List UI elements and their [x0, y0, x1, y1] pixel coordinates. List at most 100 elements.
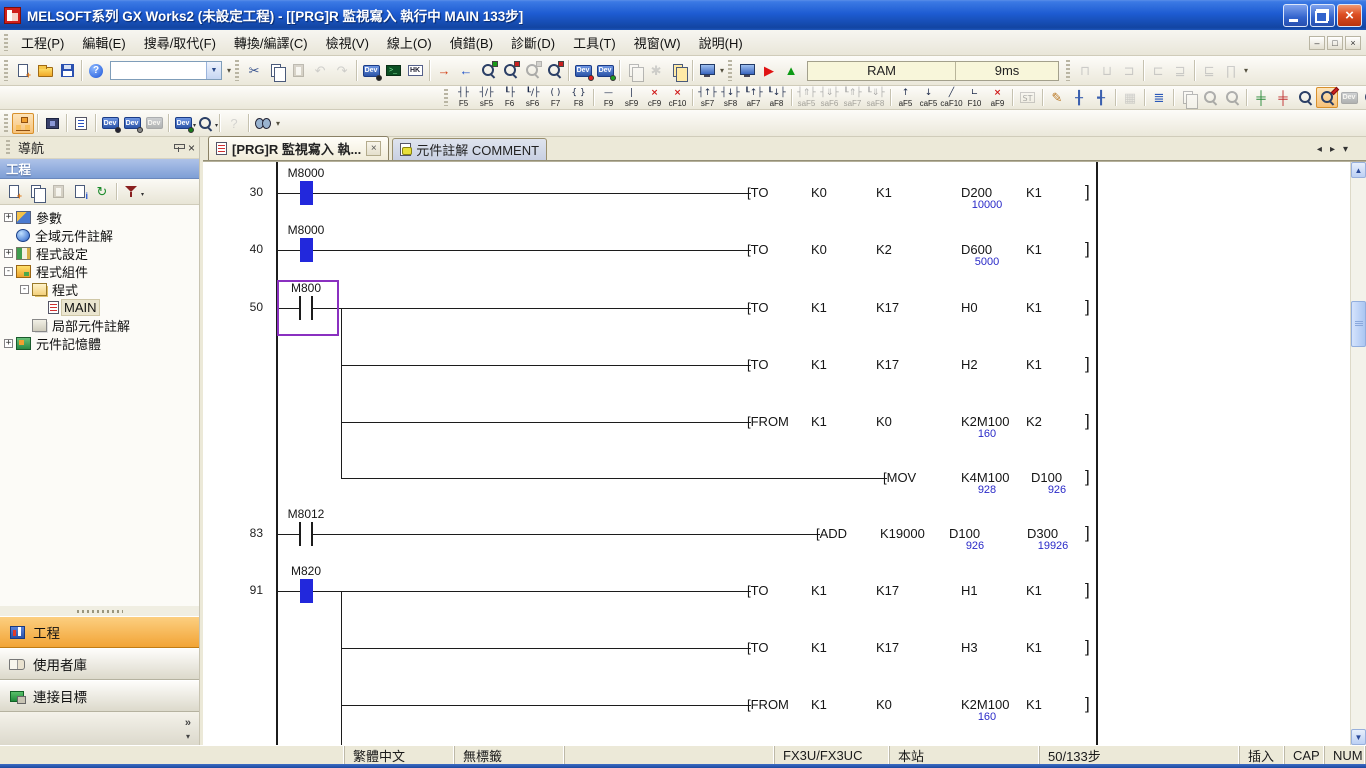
tree-item-program[interactable]: -程式: [0, 280, 199, 298]
remote-operation-icon[interactable]: [736, 60, 758, 81]
delete-horizontal-line-icon[interactable]: ×cF9: [643, 87, 666, 109]
tree-item-main[interactable]: MAIN: [0, 298, 199, 316]
inline-edit-icon[interactable]: ✎: [1046, 87, 1068, 108]
operand-h3[interactable]: H3: [961, 640, 978, 656]
rising-pulse-icon[interactable]: ┤↑├sF7: [696, 87, 719, 109]
vertical-line-icon[interactable]: |sF9: [620, 87, 643, 109]
operand-k17[interactable]: K17: [876, 583, 899, 599]
nav-button-connection[interactable]: 連接目標: [0, 680, 199, 712]
pc-monitor-icon[interactable]: [696, 60, 718, 81]
combo-dropdown-icon[interactable]: ▼: [206, 62, 221, 79]
operand-k1[interactable]: K1: [811, 300, 827, 316]
close-contact-icon[interactable]: ┤/├sF5: [475, 87, 498, 109]
inline-coil-edit-icon[interactable]: ╉: [1090, 87, 1112, 108]
nav-more-chevron[interactable]: »: [185, 717, 191, 729]
instruction-to[interactable]: [TO: [747, 185, 768, 201]
operand-k2[interactable]: K2: [1026, 414, 1042, 430]
tree-item-pou[interactable]: -程式組件: [0, 262, 199, 280]
inline-contact-edit-icon[interactable]: ╂: [1068, 87, 1090, 108]
operand-h0[interactable]: H0: [961, 300, 978, 316]
invert-result-icon[interactable]: ↑aF5: [894, 87, 917, 109]
toolbar-combo-box[interactable]: ▼: [110, 61, 222, 80]
device-use-list-icon[interactable]: Dev: [121, 113, 143, 134]
device-comment-list-icon[interactable]: Dev: [99, 113, 121, 134]
tree-item-parameter[interactable]: +參數: [0, 208, 199, 226]
device-display-format-icon[interactable]: HK: [404, 60, 426, 81]
open-branch-icon[interactable]: ┖├F6: [498, 87, 521, 109]
nav-sort-icon[interactable]: ▾: [120, 181, 142, 202]
nav-data-property-icon[interactable]: i: [69, 181, 91, 202]
new-icon[interactable]: +: [12, 60, 34, 81]
instruction-add[interactable]: [ADD: [816, 526, 847, 542]
toolbar-grip[interactable]: [728, 60, 732, 80]
operand-h1[interactable]: H1: [961, 583, 978, 599]
tree-expand-icon[interactable]: -: [4, 267, 13, 276]
nav-new-data-icon[interactable]: +: [3, 181, 25, 202]
contact-m820[interactable]: [300, 579, 313, 603]
toolbar-overflow-icon[interactable]: ▾: [274, 119, 282, 128]
menu-help[interactable]: 說明(H): [690, 30, 752, 55]
scroll-down-icon[interactable]: ▼: [1351, 729, 1366, 745]
menu-diagnostics[interactable]: 診斷(D): [502, 30, 564, 55]
operand-h2[interactable]: H2: [961, 357, 978, 373]
menu-edit[interactable]: 編輯(E): [73, 30, 134, 55]
contact-m8000[interactable]: [300, 181, 313, 205]
scroll-up-icon[interactable]: ▲: [1351, 162, 1366, 178]
tab-prg-main[interactable]: [PRG]R 監視寫入 執...×: [208, 136, 389, 160]
instruction-to[interactable]: [TO: [747, 242, 768, 258]
write-to-plc-icon[interactable]: →: [433, 60, 455, 81]
tree-item-global-comment[interactable]: 全域元件註解: [0, 226, 199, 244]
operand-k2[interactable]: K2: [876, 242, 892, 258]
toolbar-overflow-icon[interactable]: ▾: [1242, 66, 1250, 75]
operand-k1[interactable]: K1: [1026, 697, 1042, 713]
device-test-write-icon[interactable]: ╪: [1272, 87, 1294, 108]
application-instruction-icon[interactable]: { }F8: [567, 87, 590, 109]
menu-tools[interactable]: 工具(T): [564, 30, 625, 55]
restore-doc-icon[interactable]: □: [1327, 36, 1343, 50]
watch-window-icon[interactable]: Dev▾: [172, 113, 194, 134]
operand-k1[interactable]: K1: [1026, 300, 1042, 316]
toolbar-grip[interactable]: [1066, 60, 1070, 80]
operand-k1[interactable]: K1: [811, 640, 827, 656]
close-branch-icon[interactable]: ┖/├sF6: [521, 87, 544, 109]
menubar-grip[interactable]: [4, 34, 8, 52]
operand-k0[interactable]: K0: [811, 242, 827, 258]
monitor-stop-icon[interactable]: [499, 60, 521, 81]
nav-more-caret[interactable]: ▾: [186, 732, 190, 741]
save-icon[interactable]: [56, 60, 78, 81]
cross-reference-icon[interactable]: [252, 113, 274, 134]
operand-k17[interactable]: K17: [876, 357, 899, 373]
rising-pulse-branch-icon[interactable]: ┖↑├aF7: [742, 87, 765, 109]
menu-project[interactable]: 工程(P): [12, 30, 73, 55]
device-test-off-icon[interactable]: Dev: [594, 60, 616, 81]
operand-k1[interactable]: K1: [811, 414, 827, 430]
operand-k1[interactable]: K1: [1026, 640, 1042, 656]
operand-k1[interactable]: K1: [811, 583, 827, 599]
tree-expand-icon[interactable]: -: [20, 285, 29, 294]
program-copy-icon[interactable]: [667, 60, 689, 81]
nav-grip[interactable]: [6, 140, 10, 155]
operand-k1[interactable]: K1: [1026, 242, 1042, 258]
help-icon[interactable]: ?: [85, 60, 107, 81]
operand-k1[interactable]: K1: [876, 185, 892, 201]
minimize-button[interactable]: [1283, 4, 1308, 27]
device-find-icon[interactable]: Dev: [360, 60, 382, 81]
invert-operation-icon[interactable]: ╱caF10: [940, 87, 963, 109]
instruction-from[interactable]: [FROM: [747, 697, 789, 713]
close-doc-icon[interactable]: ×: [1345, 36, 1361, 50]
operand-k17[interactable]: K17: [876, 640, 899, 656]
falling-pulse-icon[interactable]: ┤↓├sF8: [719, 87, 742, 109]
tab-close-icon[interactable]: ×: [366, 141, 381, 156]
operand-k1[interactable]: K1: [811, 357, 827, 373]
operand-k17[interactable]: K17: [876, 300, 899, 316]
scroll-thumb[interactable]: [1351, 301, 1366, 347]
minimize-doc-icon[interactable]: –: [1309, 36, 1325, 50]
operand-k1[interactable]: K1: [1026, 583, 1042, 599]
contact-m8012[interactable]: [299, 522, 301, 546]
line-delete-icon[interactable]: ×aF9: [986, 87, 1009, 109]
open-icon[interactable]: [34, 60, 56, 81]
instruction-to[interactable]: [TO: [747, 640, 768, 656]
operand-k0[interactable]: K0: [876, 697, 892, 713]
operand-k19000[interactable]: K19000: [880, 526, 925, 542]
tree-expand-icon[interactable]: +: [4, 339, 13, 348]
